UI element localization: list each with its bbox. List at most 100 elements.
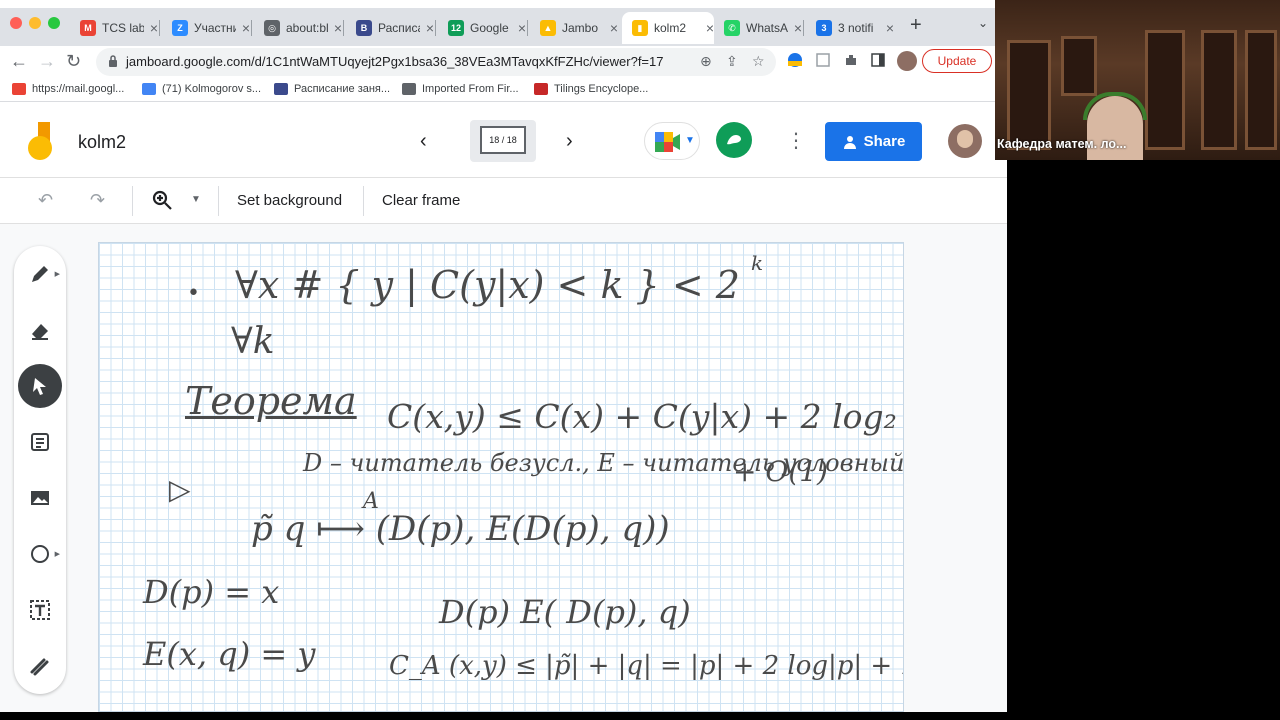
select-tool[interactable] — [18, 364, 62, 408]
browser-tab[interactable]: ▮ kolm2 × — [622, 12, 714, 44]
add-image-tool[interactable] — [18, 476, 62, 520]
next-frame-icon[interactable]: › — [566, 130, 573, 153]
ink-triangle: ▷ — [169, 473, 191, 506]
tab-favicon-icon: M — [80, 20, 96, 36]
tab-close-icon[interactable]: × — [150, 20, 158, 36]
bookmark-item[interactable]: Расписание заня... — [274, 83, 390, 95]
user-avatar[interactable] — [948, 124, 982, 158]
redo-icon[interactable]: ↷ — [90, 190, 105, 211]
text-box-tool[interactable] — [18, 588, 62, 632]
app-header: kolm2 ‹ 18 / 18 › ▼ ⋮ Share — [0, 102, 1007, 178]
extension-globe-icon[interactable] — [787, 52, 803, 68]
user-avatar-face — [957, 130, 973, 148]
browser-tab[interactable]: M TCS lab × — [70, 12, 158, 44]
browser-tab[interactable]: 3 3 notifi × — [806, 12, 894, 44]
tab-label: about:bl — [286, 21, 328, 35]
bookmark-star-icon[interactable]: ☆ — [752, 53, 765, 70]
browser-tab[interactable]: ◎ about:bl × — [254, 12, 342, 44]
browser-tab[interactable]: B Расписа × — [346, 12, 434, 44]
tab-search-chevron-icon[interactable]: ⌄ — [978, 16, 988, 30]
bookmark-favicon-icon — [12, 83, 26, 95]
tab-close-icon[interactable]: × — [426, 20, 434, 36]
clear-frame-button[interactable]: Clear frame — [382, 192, 460, 209]
zoom-in-icon[interactable] — [152, 190, 172, 210]
laser-tool[interactable] — [18, 644, 62, 688]
address-bar[interactable]: jamboard.google.com/d/1C1ntWaMTUqyejt2Pg… — [96, 48, 776, 76]
participant-headset — [1083, 92, 1147, 120]
laser-pointer-icon — [30, 658, 49, 676]
browser-toolbar: ← → ↻ jamboard.google.com/d/1C1ntWaMTUqy… — [0, 46, 995, 78]
pen-tool[interactable]: ▶ — [18, 252, 62, 296]
shape-tool[interactable]: ▶ — [18, 532, 62, 576]
bookmark-label: Tilings Encyclope... — [554, 83, 649, 95]
tab-close-icon[interactable]: × — [886, 20, 894, 36]
side-panel-icon[interactable] — [870, 52, 886, 68]
tab-label: kolm2 — [654, 21, 687, 35]
circle-shape-icon — [31, 545, 49, 563]
document-title[interactable]: kolm2 — [78, 132, 126, 153]
tab-close-icon[interactable]: × — [334, 20, 342, 36]
extensions-puzzle-icon[interactable] — [843, 52, 859, 68]
tab-label: Расписа — [378, 21, 420, 35]
frame-bar-toggle[interactable]: 18 / 18 — [470, 120, 536, 162]
set-background-button[interactable]: Set background — [237, 192, 342, 209]
share-page-icon[interactable]: ⇪ — [726, 53, 738, 70]
tab-close-icon[interactable]: × — [242, 20, 250, 36]
tab-separator — [435, 20, 436, 36]
bookmark-item[interactable]: (71) Kolmogorov s... — [142, 83, 261, 95]
tab-label: WhatsA — [746, 21, 788, 35]
eraser-tool[interactable] — [18, 308, 62, 352]
extension-grid-icon[interactable] — [815, 52, 831, 68]
ink-line-1: ∀x # { y | C(y|x) < k } < 2 — [235, 263, 740, 307]
tab-close-icon[interactable]: × — [518, 20, 526, 36]
tab-label: TCS lab — [102, 21, 144, 35]
bookmark-favicon-icon — [274, 83, 288, 95]
jam-canvas[interactable]: • ∀x # { y | C(y|x) < k } < 2 k ∀k Теоре… — [98, 242, 904, 712]
bookmark-favicon-icon — [402, 83, 416, 95]
maximize-window-icon[interactable] — [48, 17, 60, 29]
sticky-note-icon — [31, 433, 49, 451]
tab-separator — [251, 20, 252, 36]
new-tab-icon[interactable]: + — [910, 14, 922, 37]
bookmark-item[interactable]: Tilings Encyclope... — [534, 83, 648, 95]
pen-options-icon: ▶ — [54, 271, 60, 278]
url-text[interactable]: jamboard.google.com/d/1C1ntWaMTUqyejt2Pg… — [126, 54, 663, 69]
bookmark-item[interactable]: Imported From Fir... — [402, 83, 519, 95]
tab-label: Google S — [470, 21, 512, 35]
ink-line-8a: E(x, q) = y — [143, 635, 316, 673]
tab-favicon-icon: Z — [172, 20, 188, 36]
image-icon — [31, 491, 49, 505]
tab-close-icon[interactable]: × — [706, 20, 714, 36]
zoom-dropdown-icon[interactable]: ▼ — [191, 194, 201, 205]
close-window-icon[interactable] — [10, 17, 22, 29]
profile-avatar[interactable] — [897, 51, 917, 71]
share-button[interactable]: Share — [825, 122, 922, 161]
forward-arrow-icon[interactable]: → — [38, 51, 56, 72]
browser-tab[interactable]: ✆ WhatsA × — [714, 12, 802, 44]
browser-tab[interactable]: ▲ Jambo × — [530, 12, 618, 44]
back-arrow-icon[interactable]: ← — [10, 51, 28, 72]
zoom-icon[interactable]: ⊕ — [700, 53, 712, 70]
minimize-window-icon[interactable] — [29, 17, 41, 29]
tab-close-icon[interactable]: × — [610, 20, 618, 36]
update-button[interactable]: Update — [922, 49, 992, 73]
reload-icon[interactable]: ↻ — [66, 51, 81, 72]
sticky-note-tool[interactable] — [18, 420, 62, 464]
tab-separator — [159, 20, 160, 36]
bookmark-favicon-icon — [142, 83, 156, 95]
jamboard-app: kolm2 ‹ 18 / 18 › ▼ ⋮ Share ↶ ↷ ▼ Set ba… — [0, 102, 1007, 712]
meet-camera-icon — [655, 132, 680, 152]
browser-tab[interactable]: Z Участни × — [162, 12, 250, 44]
browser-tab[interactable]: 12 Google S × — [438, 12, 526, 44]
previous-frame-icon[interactable]: ‹ — [420, 130, 427, 153]
meet-button[interactable]: ▼ — [644, 122, 700, 160]
bookshelf — [1201, 30, 1237, 150]
tab-close-icon[interactable]: × — [794, 20, 802, 36]
undo-icon[interactable]: ↶ — [38, 190, 53, 211]
bookmark-item[interactable]: https://mail.googl... — [12, 83, 124, 95]
collaborator-avatar[interactable] — [716, 122, 752, 158]
meet-dropdown-icon: ▼ — [685, 135, 695, 146]
more-options-icon[interactable]: ⋮ — [786, 128, 806, 153]
bookmarks-bar: https://mail.googl... (71) Kolmogorov s..… — [0, 78, 995, 102]
ink-line-7b: D(p) E( D(p), q) — [439, 593, 691, 631]
